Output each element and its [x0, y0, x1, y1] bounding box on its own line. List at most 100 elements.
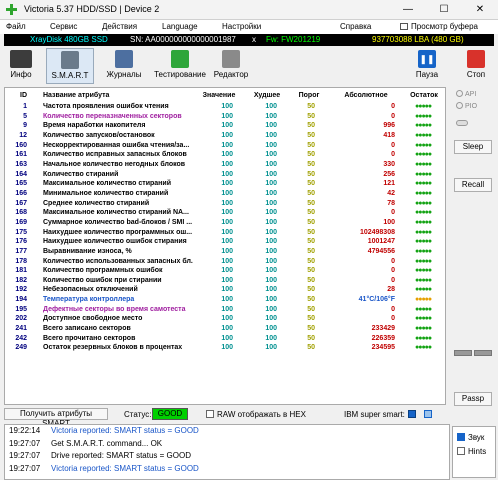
table-row[interactable]: 1 Частота проявления ошибок чтения 100 100 5…: [5, 102, 445, 112]
table-row[interactable]: 192 Небезопасных отключений 100 100 50 28 ●●●●…: [5, 285, 445, 295]
drive-close[interactable]: x: [252, 34, 256, 46]
menu-buffer-view[interactable]: Просмотр буфера: [400, 22, 478, 31]
minimize-button[interactable]: —: [390, 1, 426, 19]
attr-value: 100: [221, 103, 233, 110]
table-row[interactable]: 163 Начальное количество негодных блоков 1…: [5, 160, 445, 170]
col-id[interactable]: ID: [5, 88, 35, 102]
col-absolute[interactable]: Абсолютное: [329, 88, 403, 102]
table-row[interactable]: 178 Количество использованных запасных бл…: [5, 257, 445, 267]
table-row[interactable]: 9 Время наработки накопителя 100 100 50 996 ●●…: [5, 121, 445, 131]
attr-worst: 100: [265, 189, 277, 197]
attr-threshold: 50: [307, 344, 315, 352]
table-row[interactable]: 249 Остаток резервных блоков в процентах 1…: [5, 343, 445, 353]
drive-firmware: Fw: FW201219: [266, 35, 321, 44]
sound-checkbox[interactable]: Звук: [457, 433, 484, 442]
table-row[interactable]: 241 Всего записано секторов 100 100 50 233429…: [5, 324, 445, 334]
attr-threshold: 50: [307, 247, 315, 255]
menu-actions[interactable]: Действия: [102, 22, 137, 31]
menu-settings[interactable]: Настройки: [222, 22, 261, 31]
drive-info-icon: [10, 50, 32, 68]
hints-checkbox[interactable]: Hints: [457, 447, 486, 456]
table-row[interactable]: 202 Доступное свободное место 100 100 50 0 ●●●…: [5, 314, 445, 324]
maximize-button[interactable]: ☐: [426, 1, 462, 19]
menu-file[interactable]: Файл: [6, 22, 26, 31]
attr-absolute: 102498308: [359, 228, 395, 236]
testing-tab[interactable]: Тестирование: [152, 48, 208, 84]
attr-threshold: 50: [307, 296, 315, 304]
table-row[interactable]: 165 Максимальное количество стираний 100 10…: [5, 179, 445, 189]
menu-help[interactable]: Справка: [340, 22, 371, 31]
attr-absolute: 226359: [371, 334, 395, 342]
menu-service[interactable]: Сервис: [50, 22, 77, 31]
pio-radio[interactable]: PIO: [456, 102, 477, 110]
attr-threshold: 50: [307, 103, 315, 110]
table-row[interactable]: 177 Выравнивание износа, % 100 100 50 4794556…: [5, 247, 445, 257]
col-value[interactable]: Значение: [193, 88, 245, 102]
log-time: 19:22:14: [9, 426, 41, 435]
table-row[interactable]: 161 Количество исправных запасных блоков 1…: [5, 150, 445, 160]
table-row[interactable]: 166 Минимальное количество стираний 100 100…: [5, 189, 445, 199]
attr-threshold: 50: [307, 209, 315, 217]
attr-value: 100: [221, 247, 233, 255]
info-tab[interactable]: Инфо: [4, 48, 38, 84]
attr-value: 100: [221, 238, 233, 246]
attr-name: Частота проявления ошибок чтения: [43, 103, 169, 110]
attr-id: 166: [15, 189, 27, 197]
col-threshold[interactable]: Порог: [289, 88, 329, 102]
attr-name: Максимальное количество стираний NA...: [43, 209, 189, 217]
attr-threshold: 50: [307, 170, 315, 178]
table-row[interactable]: 176 Наихудшее количество ошибок стирания 1…: [5, 237, 445, 247]
attr-threshold: 50: [307, 305, 315, 313]
smart-tab[interactable]: S.M.A.R.T: [46, 48, 94, 84]
table-row[interactable]: 182 Количество ошибок при стирании 100 100 5…: [5, 276, 445, 286]
attr-health: ●●●●●: [415, 209, 432, 217]
get-smart-button[interactable]: Получить атрибуты SMART: [4, 408, 108, 428]
editor-tab[interactable]: Редактор: [210, 48, 252, 84]
attr-health: ●●●●●: [415, 257, 432, 265]
log-entry: 19:27:07 Victoria reported: SMART status …: [5, 463, 449, 476]
journals-tab[interactable]: Журналы: [104, 48, 144, 84]
col-name[interactable]: Название атрибута: [35, 88, 193, 102]
table-row[interactable]: 12 Количество запусков/остановок 100 100 50 4…: [5, 131, 445, 141]
attr-value: 100: [221, 257, 233, 265]
attr-health: ●●●●●: [415, 199, 432, 207]
col-worst[interactable]: Худшее: [245, 88, 289, 102]
table-row[interactable]: 5 Количество переназначенных секторов 100 1…: [5, 112, 445, 122]
attr-absolute: 100: [383, 218, 395, 226]
table-row[interactable]: 194 Температура контроллера 100 100 50 41°C/1…: [5, 295, 445, 305]
table-row[interactable]: 195 Дефектные секторы во время самотеста 1…: [5, 305, 445, 315]
table-row[interactable]: 242 Всего прочитано секторов 100 100 50 22635…: [5, 334, 445, 344]
attr-health: ●●●●●: [415, 247, 432, 255]
table-row[interactable]: 167 Среднее количество стираний 100 100 50 78…: [5, 199, 445, 209]
menu-language[interactable]: Language: [162, 22, 198, 31]
raw-hex-checkbox[interactable]: RAW отображать в HEX: [206, 410, 306, 419]
table-row[interactable]: 175 Наихудшее количество программных ош..…: [5, 228, 445, 238]
passp-button[interactable]: Passp: [454, 392, 492, 406]
close-button[interactable]: ✕: [462, 1, 498, 19]
sleep-button[interactable]: Sleep: [454, 140, 492, 154]
col-health[interactable]: Остаток: [403, 88, 445, 102]
api-radio[interactable]: API: [456, 90, 476, 98]
ibm-checkbox[interactable]: [408, 410, 416, 418]
attr-health: ●●●●●: [415, 286, 432, 294]
table-row[interactable]: 169 Суммарное количество bad-блоков / SMI…: [5, 218, 445, 228]
pause-button[interactable]: ❚❚ Пауза: [412, 48, 442, 84]
toggle-indicator[interactable]: [456, 120, 468, 126]
indicator-right: [474, 350, 492, 356]
attr-worst: 100: [265, 209, 277, 217]
attr-name: Наихудшее количество программных ош...: [43, 228, 193, 236]
table-row[interactable]: 168 Максимальное количество стираний NA..…: [5, 208, 445, 218]
drive-info-bar[interactable]: XrayDisk 480GB SSD SN: AA000000000000001…: [4, 34, 494, 46]
attr-worst: 100: [265, 286, 277, 294]
status-badge: GOOD: [152, 408, 188, 420]
recall-button[interactable]: Recall: [454, 178, 492, 192]
table-row[interactable]: 164 Количество стираний 100 100 50 256 ●●●●●: [5, 170, 445, 180]
checkbox-icon: [206, 410, 214, 418]
attr-name: Наихудшее количество ошибок стирания: [43, 238, 187, 246]
attr-worst: 100: [265, 122, 277, 130]
stop-button[interactable]: Стоп: [460, 48, 492, 84]
table-row[interactable]: 160 Нескорректированная ошибка чтения/за.…: [5, 141, 445, 151]
ibm-option[interactable]: [424, 410, 432, 418]
table-row[interactable]: 181 Количество программных ошибок 100 100 50…: [5, 266, 445, 276]
ibm-super-smart-label: IBM super smart:: [344, 410, 405, 419]
